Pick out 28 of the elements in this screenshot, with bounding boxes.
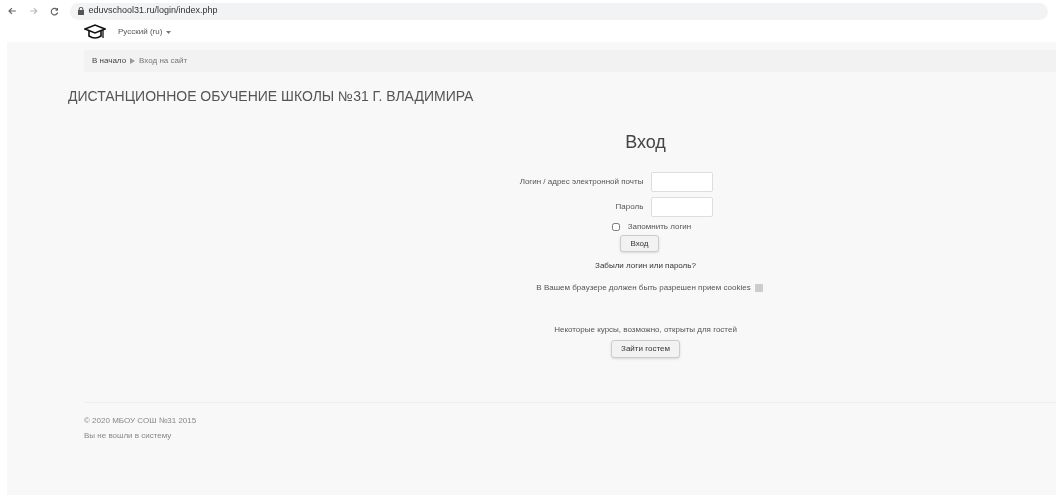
input-field[interactable] — [651, 172, 714, 192]
breadcrumb-separator-icon — [130, 58, 136, 64]
forward-icon[interactable] — [28, 7, 38, 15]
lock-icon — [78, 7, 85, 15]
guest-login-button[interactable]: Зайти гостем — [611, 340, 680, 358]
caret-icon — [166, 30, 172, 34]
address-bar[interactable]: eduvschool31.ru/login/index.php — [70, 2, 1048, 20]
breadcrumb-link[interactable]: В начало — [92, 55, 127, 67]
forgot-password-link[interactable]: Забыли логин или пароль? — [595, 260, 696, 272]
url-text: eduvschool31.ru/login/index.php — [88, 4, 218, 18]
site-title: ДИСТАНЦИОННОЕ ОБУЧЕНИЕ ШКОЛЫ №31 Г. ВЛАДИМИРА — [68, 87, 475, 106]
field-label: Логин / адрес электронной почты — [519, 176, 644, 188]
login-heading: Вход — [625, 131, 666, 154]
checkbox[interactable] — [611, 223, 620, 231]
reload-icon[interactable] — [49, 6, 59, 16]
login-button[interactable]: Вход — [620, 235, 659, 252]
input-field[interactable] — [651, 197, 714, 217]
breadcrumb-link[interactable]: Вход на сайт — [139, 55, 188, 67]
footer-text: Вы не вошли в систему — [84, 430, 173, 442]
footer-text: © 2020 МБОУ СОШ №31 2015 — [84, 415, 198, 427]
field-label: Пароль — [615, 201, 644, 213]
guest-note: Некоторые курсы, возможно, открыты для гостей — [554, 324, 737, 336]
language-menu[interactable]: Русский (ru) — [118, 26, 172, 38]
graduation-cap-logo-icon — [84, 24, 106, 40]
help-icon[interactable] — [754, 284, 763, 292]
back-icon[interactable] — [8, 7, 17, 15]
checkbox-label: Запомнить логин — [627, 221, 692, 233]
cookies-note: В Вашем браузере должен быть разрешен прием cookies — [536, 282, 751, 294]
